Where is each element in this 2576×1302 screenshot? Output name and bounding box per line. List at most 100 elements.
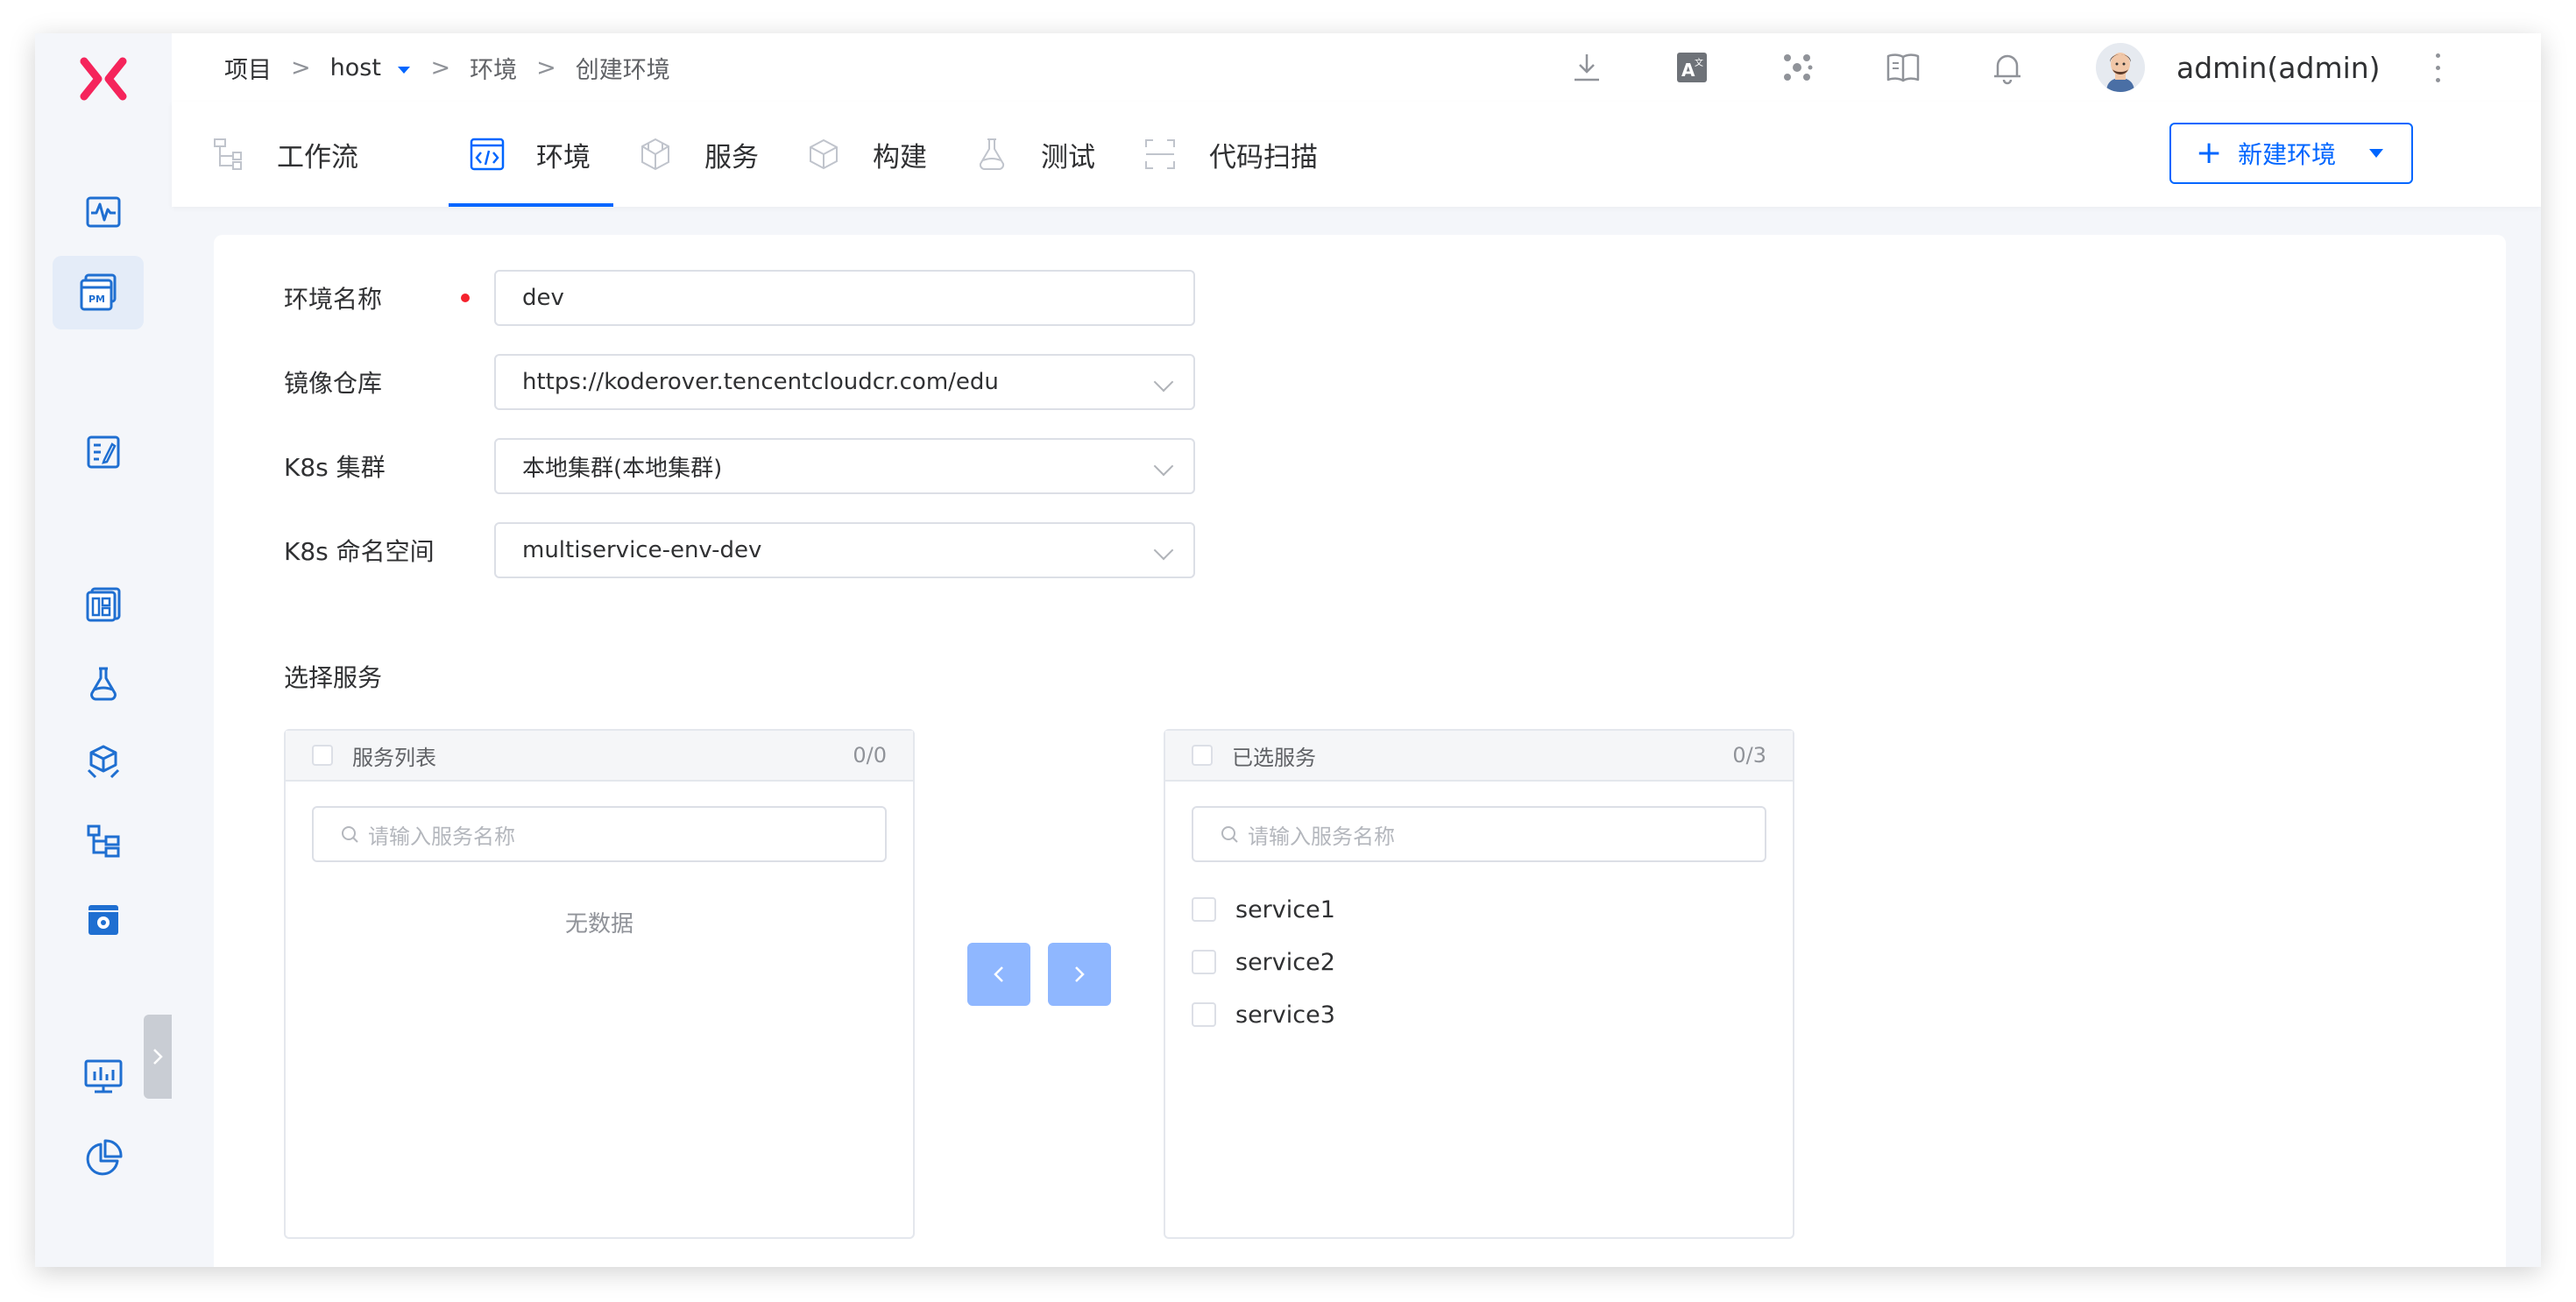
workflow-icon bbox=[210, 137, 245, 172]
namespace-select[interactable]: multiservice-env-dev bbox=[494, 522, 1195, 578]
breadcrumb-current: 创建环境 bbox=[575, 56, 670, 84]
dashboard-icon[interactable] bbox=[70, 571, 137, 638]
service-search-input[interactable]: 请输入服务名称 bbox=[312, 806, 887, 862]
breadcrumb-separator: > bbox=[536, 53, 556, 81]
user-name: admin(admin) bbox=[2176, 50, 2381, 85]
move-right-button[interactable] bbox=[1048, 943, 1111, 1006]
module-tab-bar: 工作流 环境 服务 构建 测试 代码扫描 + 新建环境 bbox=[172, 102, 2541, 207]
select-all-checkbox[interactable] bbox=[312, 745, 333, 766]
registry-row: 镜像仓库 https://koderover.tencentcloudcr.co… bbox=[284, 354, 1195, 410]
svg-text:文: 文 bbox=[1695, 57, 1703, 68]
tab-label: 环境 bbox=[536, 141, 591, 173]
flask-icon[interactable] bbox=[70, 650, 137, 717]
search-placeholder: 请输入服务名称 bbox=[1248, 824, 1395, 849]
edit-doc-icon[interactable] bbox=[70, 419, 137, 485]
tab-service[interactable]: 服务 bbox=[638, 102, 759, 207]
search-icon bbox=[1221, 826, 1238, 843]
namespace-label: K8s 命名空间 bbox=[284, 537, 435, 566]
service-checkbox[interactable] bbox=[1192, 950, 1216, 974]
cluster-select[interactable]: 本地集群(本地集群) bbox=[494, 438, 1195, 494]
panel-count: 0/3 bbox=[1732, 743, 1766, 768]
selected-search-input[interactable]: 请输入服务名称 bbox=[1192, 806, 1766, 862]
tab-code-scan[interactable]: 代码扫描 bbox=[1143, 102, 1318, 207]
breadcrumb-projects[interactable]: 项目 bbox=[224, 51, 272, 85]
service-name: service3 bbox=[1235, 1001, 1335, 1029]
tab-label: 构建 bbox=[873, 141, 927, 173]
tab-environment[interactable]: 环境 bbox=[449, 102, 613, 207]
svg-text:A: A bbox=[1681, 60, 1695, 81]
test-icon bbox=[974, 137, 1009, 172]
breadcrumb-separator: > bbox=[430, 53, 451, 81]
tab-test[interactable]: 测试 bbox=[974, 102, 1095, 207]
service-checkbox[interactable] bbox=[1192, 1002, 1216, 1027]
plus-icon: + bbox=[2196, 135, 2223, 171]
select-services-label: 选择服务 bbox=[284, 663, 383, 692]
panel-title: 已选服务 bbox=[1232, 745, 1316, 770]
pie-chart-icon[interactable] bbox=[70, 1125, 137, 1192]
service-name: service2 bbox=[1235, 948, 1335, 976]
list-item[interactable]: service3 bbox=[1192, 997, 1335, 1032]
chevron-right-icon bbox=[1075, 966, 1085, 982]
app-window: PM 项目 > host > 环境 > 创建环境 A 文 admin(admin… bbox=[35, 33, 2541, 1267]
empty-state: 无数据 bbox=[564, 911, 633, 938]
registry-select[interactable]: https://koderover.tencentcloudcr.com/edu bbox=[494, 354, 1195, 410]
cluster-row: K8s 集群 本地集群(本地集群) bbox=[284, 438, 1195, 494]
panel-title: 服务列表 bbox=[352, 745, 436, 770]
cluster-icon[interactable] bbox=[1780, 33, 1814, 102]
tab-label: 测试 bbox=[1041, 141, 1095, 173]
breadcrumb: 项目 > host > 环境 > 创建环境 bbox=[224, 33, 670, 102]
activity-icon[interactable] bbox=[70, 179, 137, 245]
service-list-header: 服务列表 0/0 bbox=[286, 731, 913, 782]
top-header: 项目 > host > 环境 > 创建环境 A文 admin(admin) bbox=[172, 33, 2541, 103]
bell-icon[interactable] bbox=[1991, 33, 2024, 102]
service-icon bbox=[638, 137, 673, 172]
selected-services-panel: 已选服务 0/3 请输入服务名称 service1 service2 servi… bbox=[1164, 729, 1794, 1239]
tab-workflow[interactable]: 工作流 bbox=[210, 102, 358, 207]
more-menu-icon[interactable] bbox=[2429, 49, 2446, 86]
breadcrumb-separator: > bbox=[291, 53, 311, 81]
user-menu[interactable]: admin(admin) bbox=[2096, 42, 2381, 93]
flow-icon[interactable] bbox=[70, 808, 137, 874]
create-environment-form: 环境名称 dev 镜像仓库 https://koderover.tencentc… bbox=[214, 235, 2506, 1267]
list-item[interactable]: service1 bbox=[1192, 892, 1335, 927]
required-dot bbox=[461, 294, 470, 302]
project-name: host bbox=[329, 53, 381, 81]
rail-expand-toggle[interactable] bbox=[144, 1015, 172, 1099]
move-left-button[interactable] bbox=[967, 943, 1030, 1006]
new-environment-button[interactable]: + 新建环境 bbox=[2169, 123, 2413, 184]
package-icon[interactable] bbox=[70, 729, 137, 796]
tab-label: 代码扫描 bbox=[1209, 141, 1318, 173]
list-item[interactable]: service2 bbox=[1192, 945, 1335, 980]
env-name-input[interactable]: dev bbox=[494, 270, 1195, 326]
env-name-label: 环境名称 bbox=[284, 280, 494, 315]
download-icon[interactable] bbox=[1570, 33, 1603, 102]
book-icon[interactable] bbox=[1886, 33, 1921, 102]
chevron-down-icon bbox=[1153, 540, 1174, 561]
chevron-down-icon bbox=[1153, 456, 1174, 477]
breadcrumb-environments[interactable]: 环境 bbox=[470, 51, 517, 85]
search-icon bbox=[342, 826, 358, 843]
translate-icon[interactable]: A文 bbox=[1675, 33, 1709, 102]
service-checkbox[interactable] bbox=[1192, 897, 1216, 922]
caret-down-icon bbox=[397, 66, 410, 74]
select-all-checkbox[interactable] bbox=[1192, 745, 1213, 766]
tab-build[interactable]: 构建 bbox=[806, 102, 927, 207]
pm-icon[interactable]: PM bbox=[53, 256, 144, 329]
chevron-left-icon bbox=[994, 966, 1003, 982]
settings-box-icon[interactable] bbox=[70, 887, 137, 953]
cluster-label: K8s 集群 bbox=[284, 453, 386, 482]
tab-label: 服务 bbox=[704, 141, 759, 173]
new-environment-label: 新建环境 bbox=[2238, 140, 2337, 169]
koderover-x-logo[interactable] bbox=[74, 49, 133, 109]
service-name: service1 bbox=[1235, 895, 1335, 923]
build-icon bbox=[806, 137, 841, 172]
namespace-row: K8s 命名空间 multiservice-env-dev bbox=[284, 522, 1195, 578]
chevron-right-icon bbox=[153, 1049, 163, 1065]
env-name-row: 环境名称 dev bbox=[284, 270, 1195, 326]
caret-down-icon bbox=[2369, 149, 2384, 158]
registry-label: 镜像仓库 bbox=[284, 369, 383, 398]
monitor-icon[interactable] bbox=[70, 1043, 137, 1109]
breadcrumb-project-select[interactable]: host bbox=[330, 54, 412, 81]
panel-count: 0/0 bbox=[853, 743, 887, 768]
tab-label: 工作流 bbox=[277, 141, 358, 173]
